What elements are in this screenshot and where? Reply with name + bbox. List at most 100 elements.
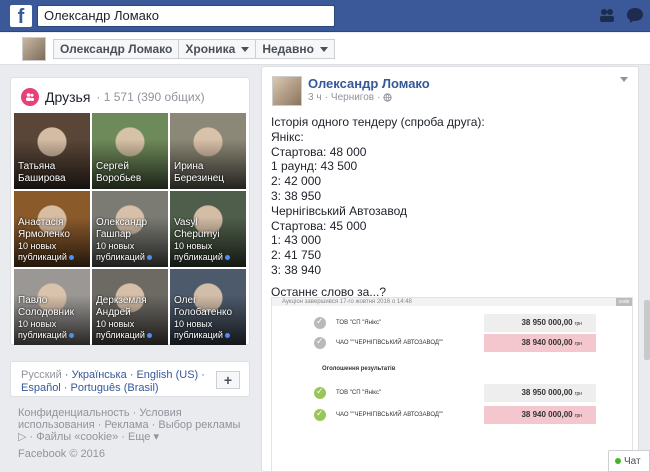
post-author[interactable]: Олександр Ломако <box>308 76 430 91</box>
post-time[interactable]: 3 ч <box>308 92 322 103</box>
avatar[interactable] <box>22 37 46 61</box>
friend-name[interactable]: Анастасія Ярмоленко 10 новых публикаций <box>18 217 87 263</box>
post-line: 3: 38 940 <box>271 262 322 277</box>
bid-amount-value: 38 950 000,00 <box>521 388 573 397</box>
auction-header: Аукціон завершився 17-го жовтня 2016 о 1… <box>272 298 632 306</box>
check-icon <box>314 408 326 421</box>
embedded-screenshot[interactable]: Аукціон завершився 17-го жовтня 2016 о 1… <box>271 297 633 471</box>
post-line: 3: 38 950 <box>271 188 322 203</box>
friend-tile[interactable]: Ирина Березинец <box>170 113 246 189</box>
footer-links[interactable]: Конфиденциальность · Условия использован… <box>18 407 248 443</box>
friend-name[interactable]: Олександр Гашпар 10 новых публикаций <box>96 217 165 263</box>
check-icon <box>314 336 326 349</box>
bid-amount: 38 940 000,00 грн <box>484 406 596 424</box>
profile-subnav: Олександр Ломако Хроника Недавно <box>0 33 650 65</box>
friend-tile[interactable]: Сергей Воробьев <box>92 113 168 189</box>
bid-amount-value: 38 940 000,00 <box>521 338 573 347</box>
friend-posts: 10 новых публикаций <box>18 319 87 341</box>
avatar[interactable] <box>272 76 302 106</box>
bid-unit: грн <box>574 321 582 327</box>
friend-tile[interactable]: Vasyl Chepurnyi 10 новых публикаций <box>170 191 246 267</box>
bid-row: ТОВ "СП "Янікс" 38 950 000,00грн <box>314 314 610 332</box>
friends-header: Друзья · 1 571 (390 общих) <box>21 88 205 106</box>
friend-name[interactable]: Олег Голобатенко 10 новых публикаций <box>174 295 243 341</box>
profile-name-button[interactable]: Олександр Ломако <box>53 39 180 59</box>
friends-count: · 1 571 (390 общих) <box>96 90 205 104</box>
chevron-down-icon[interactable] <box>620 77 628 82</box>
post-line: 2: 41 750 <box>271 248 322 263</box>
post-line: 2: 42 000 <box>271 174 322 189</box>
friend-tile[interactable]: Павло Солодовник 10 новых публикаций <box>14 269 90 345</box>
recent-button[interactable]: Недавно <box>256 39 335 59</box>
friends-icon <box>21 88 39 106</box>
friend-posts: 10 новых публикаций <box>174 319 243 341</box>
post-lines: Історія одного тендеру (спроба друга): Ян… <box>271 115 631 278</box>
meta-separator: · <box>324 92 328 103</box>
friend-name[interactable]: Деркземля Андрей 10 новых публикаций <box>96 295 165 341</box>
bidder-name: ЧАО ""ЧЕРНІГІВСЬКИЙ АВТОЗАВОД"" <box>336 340 444 346</box>
friends-requests-icon[interactable] <box>598 6 616 24</box>
new-posts-dot-icon <box>224 255 230 261</box>
friend-name-label: Анастасія Ярмоленко <box>18 217 70 240</box>
check-icon <box>314 316 326 329</box>
timeline-button[interactable]: Хроника <box>179 39 257 59</box>
bidder-name: ТОВ "СП "Янікс" <box>336 320 382 326</box>
friend-posts-label: 10 новых публикаций <box>96 319 145 340</box>
friend-posts-label: 10 новых публикаций <box>18 241 67 262</box>
bidder-name: ТОВ "СП "Янікс" <box>336 390 382 396</box>
bid-amount: 38 950 000,00 грн <box>484 314 596 332</box>
bid-unit: грн <box>574 341 582 347</box>
friend-name[interactable]: Сергей Воробьев <box>96 161 165 185</box>
facebook-logo-icon[interactable]: f <box>10 5 32 28</box>
post-line: 1 раунд: 43 500 <box>271 159 358 174</box>
messages-icon[interactable] <box>626 6 644 24</box>
chevron-down-icon <box>241 46 250 52</box>
friend-posts-label: 10 новых публикаций <box>18 319 67 340</box>
post-place[interactable]: Чернигов <box>331 92 374 103</box>
friend-tile[interactable]: Олександр Гашпар 10 новых публикаций <box>92 191 168 267</box>
friend-name[interactable]: Ирина Березинец <box>174 161 243 185</box>
friend-tile[interactable]: Деркземля Андрей 10 новых публикаций <box>92 269 168 345</box>
friend-tile[interactable]: Татьяна Баширова <box>14 113 90 189</box>
friend-tile[interactable]: Анастасія Ярмоленко 10 новых публикаций <box>14 191 90 267</box>
post-meta: 3 ч · Чернигов · <box>308 92 393 103</box>
friend-name-label: Vasyl Chepurnyi <box>174 217 220 240</box>
bid-unit: грн <box>574 413 582 419</box>
language-box: Русский · Українська · English (US) · Es… <box>10 361 250 397</box>
post-card: Олександр Ломако 3 ч · Чернигов · Історі… <box>261 66 639 472</box>
chat-button[interactable]: Чат <box>608 450 650 472</box>
add-language-button[interactable]: + <box>216 371 240 389</box>
friend-name[interactable]: Vasyl Chepurnyi 10 новых публикаций <box>174 217 243 263</box>
scrollbar[interactable] <box>644 300 650 360</box>
friend-posts-label: 10 новых публикаций <box>96 241 145 262</box>
bid-row: ЧАО ""ЧЕРНІГІВСЬКИЙ АВТОЗАВОД"" 38 940 00… <box>314 406 610 424</box>
footer-copyright: Facebook © 2016 <box>18 448 105 460</box>
friend-name[interactable]: Татьяна Баширова <box>18 161 87 185</box>
post-line: Чернігівський Автозавод <box>271 203 408 218</box>
friend-posts-label: 10 новых публикаций <box>174 319 223 340</box>
chevron-down-icon <box>319 46 328 52</box>
bid-amount: 38 940 000,00 грн <box>484 334 596 352</box>
friend-name-label: Деркземля Андрей <box>96 295 147 318</box>
top-icons <box>598 6 650 24</box>
friend-name[interactable]: Павло Солодовник 10 новых публикаций <box>18 295 87 341</box>
new-posts-dot-icon <box>146 333 152 339</box>
friend-posts: 10 новых публикаций <box>174 241 243 263</box>
new-posts-dot-icon <box>68 333 74 339</box>
search-input[interactable]: Олександр Ломако <box>37 5 335 27</box>
timeline-label: Хроника <box>185 42 236 56</box>
friend-posts-label: 10 новых публикаций <box>174 241 223 262</box>
top-bar: f Олександр Ломако <box>0 0 650 32</box>
friend-name-label: Олег Голобатенко <box>174 295 233 318</box>
friends-title[interactable]: Друзья <box>45 89 90 105</box>
friend-tile[interactable]: Олег Голобатенко 10 новых публикаций <box>170 269 246 345</box>
meta-separator: · <box>377 92 381 103</box>
friend-posts: 10 новых публикаций <box>96 241 165 263</box>
post-text: Історія одного тендеру (спроба друга): Ян… <box>271 115 631 300</box>
online-dot-icon <box>615 458 621 464</box>
language-list: Русский · Українська · English (US) · Es… <box>21 369 205 394</box>
bid-amount-value: 38 940 000,00 <box>521 410 573 419</box>
friend-name-label: Ирина Березинец <box>174 161 225 184</box>
chat-label: Чат <box>624 456 641 467</box>
